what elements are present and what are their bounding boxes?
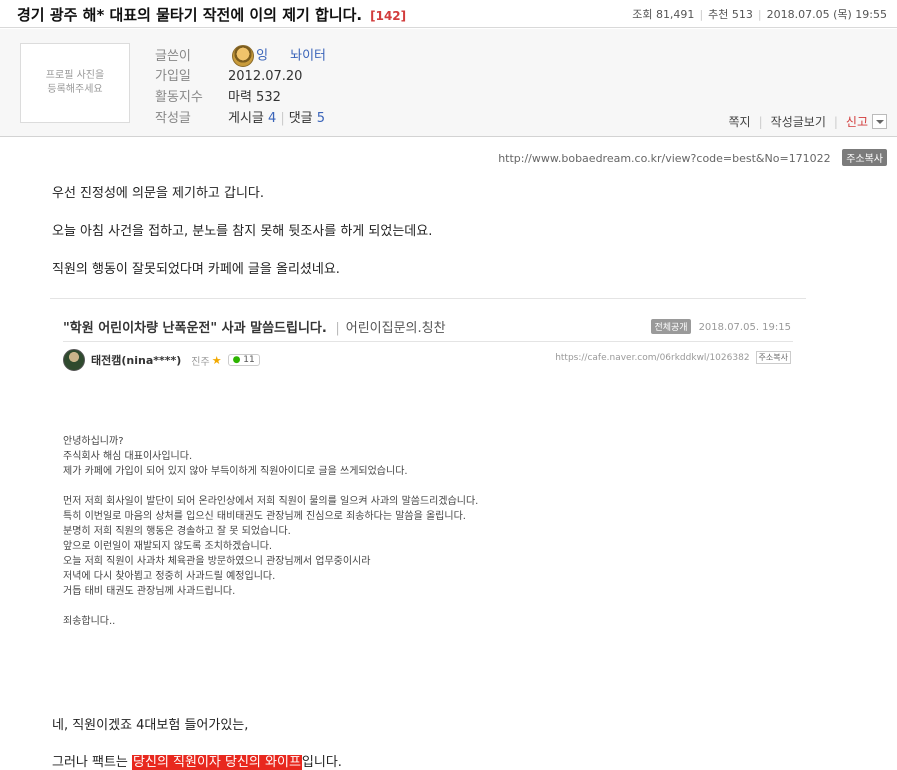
message-link[interactable]: 쪽지 [729,113,751,130]
posts-divider: | [280,111,285,126]
post-url-line: http://www.bobaedream.co.kr/view?code=be… [498,149,887,166]
cafe-author-name: 태전캠(nina****) [91,354,182,367]
joined-label: 가입일 [155,69,191,84]
writer-row: 글쓴이 잉 놔이터 [155,45,326,67]
comment-count-profile-link[interactable]: 댓글 5 [289,111,325,126]
cafe-body-line [63,479,478,494]
cafe-body-line: 앞으로 이런일이 재발되지 않도록 조치하겠습니다. [63,541,273,552]
activity-value: 마력 532 [228,90,281,105]
cafe-author-grade: 진주 [191,356,210,368]
recommend-count: 추천 513 [708,8,753,21]
public-badge: 전체공개 [651,319,691,334]
report-dropdown-icon[interactable] [872,114,887,129]
cafe-body-line [63,599,478,614]
actions-divider: | [833,114,838,129]
cafe-body-line: 특히 이번일로 마음의 상처를 입으신 태비태권도 관장님께 진심으로 죄송하다… [63,511,466,522]
chat-bubble-icon: ● [232,355,241,365]
cafe-body-line: 분명히 저희 직원의 행동은 경솔하고 잘 못 되었습니다. [63,526,291,537]
profile-actions: 쪽지 | 작성글보기 | 신고 [729,113,887,130]
post-count: 4 [268,111,277,126]
cafe-divider [63,341,793,342]
cafe-category-text: 어린이집문의.칭찬 [345,321,446,336]
cafe-copy-url-label: 주소복사 [755,351,791,364]
post-count-text: 게시글 [228,111,264,126]
cafe-body-line: 먼저 저희 회사일이 발단이 되어 온라인상에서 저희 직원이 물의를 일으켜 … [63,496,479,507]
post-meta: 조회 81,491 | 추천 513 | 2018.07.05 (목) 19:55 [632,6,887,22]
article-paragraph: 네, 직원이겠죠 4대보험 들어가있는, [52,718,249,733]
meta-divider: | [757,8,762,21]
post-date: 2018.07.05 (목) 19:55 [766,8,887,21]
post-header: 경기 광주 해* 대표의 물타기 작전에 이의 제기 합니다. [142] 조회 … [0,0,897,28]
joined-row: 가입일 2012.07.20 [155,67,302,87]
cafe-body-line: 죄송합니다.. [63,616,116,627]
activity-row: 활동지수 마력 532 [155,88,281,108]
post-count-link[interactable]: 게시글 4 [228,111,276,126]
post-title: 경기 광주 해* 대표의 물타기 작전에 이의 제기 합니다. [142] [17,4,406,25]
article-paragraph: 우선 진정성에 의문을 제기하고 갑니다. [52,186,265,201]
cafe-post-meta: 전체공개 2018.07.05. 19:15 [651,319,791,334]
chat-badge: ● 11 [227,354,260,366]
cafe-body-line: 저녁에 다시 찾아뵙고 정중히 사과드릴 예정입니다. [63,571,276,582]
view-count: 조회 81,491 [632,8,695,21]
cafe-post-title-row: "학원 어린이차량 난폭운전" 사과 말씀드립니다. | 어린이집문의.칭찬 [63,317,446,336]
activity-label: 활동지수 [155,90,203,105]
star-icon: ★ [211,353,222,367]
cafe-author-row: 태전캠(nina****) 진주 ★ ● 11 [63,349,260,371]
cafe-url: https://cafe.naver.com/06rkddkwl/1026382 [555,353,750,363]
report-link[interactable]: 신고 [846,113,868,130]
cafe-body-line: 안녕하십니까? [63,436,124,447]
joined-date: 2012.07.20 [228,69,303,84]
highlighted-text: 당신의 직원이자 당신의 와이프 [132,755,302,770]
posts-label: 작성글 [155,111,191,126]
paragraph-text: 그러나 팩트는 [52,755,133,770]
actions-divider: | [758,114,763,129]
writer-label: 글쓴이 [155,48,191,64]
profile-photo-placeholder: 프로필 사진을 등록해주세요 [20,43,130,123]
cafe-body-line: 주식회사 해심 대표이사입니다. [63,451,193,462]
writer-name-part-a[interactable]: 잉 [256,49,268,64]
article-paragraph-highlight: 그러나 팩트는 당신의 직원이자 당신의 와이프입니다. [52,751,342,770]
writer-name-part-b[interactable]: 놔이터 [290,49,326,64]
cafe-body-line: 제가 카페에 가입이 되어 있지 않아 부득이하게 직원아이디로 글을 쓰게되었… [63,466,408,477]
cafe-body-line: 거듭 태비 태권도 관장님께 사과드립니다. [63,586,236,597]
comment-count-link[interactable]: [142] [370,9,406,23]
post-title-text: 경기 광주 해* 대표의 물타기 작전에 이의 제기 합니다. [17,6,363,24]
author-profile: 프로필 사진을 등록해주세요 글쓴이 잉 놔이터 가입일 2012.07.20 활동… [0,29,897,137]
profile-photo-text: 프로필 사진을 등록해주세요 [45,70,105,95]
article-paragraph: 오늘 아침 사건을 접하고, 분노를 참지 못해 뒷조사를 하게 되었는데요. [52,224,433,239]
profile-comment-count: 5 [316,111,326,126]
paragraph-text: 입니다. [301,755,342,770]
cafe-author-avatar [63,349,85,371]
cafe-body-line: 오늘 저희 직원이 사과차 체육관을 방문하였으니 관장님께서 업무중이시라 [63,556,371,567]
cafe-post-title: "학원 어린이차량 난폭운전" 사과 말씀드립니다. [63,321,327,336]
view-posts-link[interactable]: 작성글보기 [771,113,826,130]
embedded-cafe-screenshot: "학원 어린이차량 난폭운전" 사과 말씀드립니다. | 어린이집문의.칭찬 전체… [50,298,806,690]
cafe-post-body: 안녕하십니까? 주식회사 해심 대표이사입니다. 제가 카페에 가입이 되어 있… [63,434,478,629]
cafe-post-datetime: 2018.07.05. 19:15 [698,322,791,333]
cafe-category: | 어린이집문의.칭찬 [335,321,446,336]
comment-count-text: 댓글 [288,111,313,126]
article-paragraph: 직원의 행동이 잘못되었다며 카페에 글을 올리셨네요. [52,262,340,277]
meta-divider: | [699,8,704,21]
chat-count: 11 [243,355,255,365]
copy-url-button[interactable]: 주소복사 [842,149,887,166]
cafe-url-row: https://cafe.naver.com/06rkddkwl/1026382… [555,351,791,364]
level-avatar-icon [232,45,255,67]
post-url: http://www.bobaedream.co.kr/view?code=be… [498,152,831,165]
posts-row: 작성글 게시글 4 | 댓글 5 [155,109,325,129]
